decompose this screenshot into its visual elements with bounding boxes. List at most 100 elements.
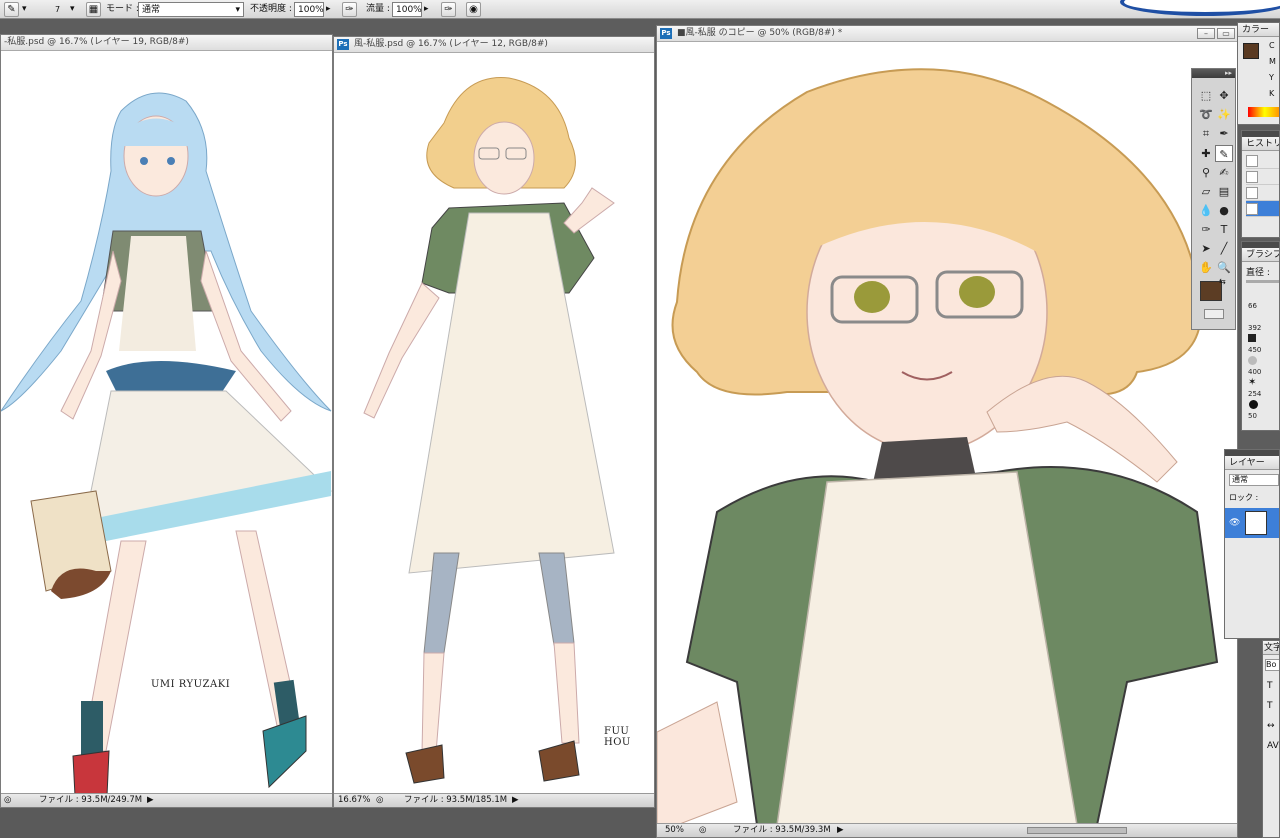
airbrush-opacity-icon[interactable]: ✑ [342,2,357,17]
move-tool-icon[interactable]: ✥ [1215,87,1233,104]
magic-wand-tool-icon[interactable]: ✨ [1215,106,1233,123]
photoshop-icon: Ps [337,39,349,50]
type-tool-icon[interactable]: T [1215,221,1233,238]
brush-size-dropdown-icon[interactable]: ▾ [70,2,75,17]
window-titlebar[interactable]: Ps 風-私服.psd @ 16.7% (レイヤー 12, RGB/8#) [334,37,654,53]
window-titlebar[interactable]: -私服.psd @ 16.7% (レイヤー 19, RGB/8#) [1,35,332,51]
horizontal-scrollbar[interactable] [1027,827,1127,834]
options-bar: ✎ ▾ 7 ▾ ▦ モード : 通常 ▾ 不透明度 : 100% ▸ ✑ 流量 … [0,0,1280,19]
file-info: ファイル : 93.5M/185.1M [404,795,508,805]
brush-preset-icon[interactable]: ✎ [4,2,19,17]
layer-thumbnail [1245,511,1267,535]
brush-size-value[interactable]: 7 [55,2,60,17]
foreground-color-chip[interactable] [1243,43,1259,59]
clone-stamp-tool-icon[interactable]: ⚲ [1197,164,1215,181]
brush-preset[interactable]: ✶ 254 [1242,376,1279,398]
dodge-tool-icon[interactable]: ● [1215,202,1233,219]
flow-input[interactable]: 100% [392,2,422,17]
brush-preset[interactable]: 392 [1242,310,1279,332]
crop-tool-icon[interactable]: ⌗ [1197,125,1215,142]
brush-panel-toggle-icon[interactable]: ▦ [86,2,101,17]
healing-brush-tool-icon[interactable]: ✚ [1197,145,1215,162]
history-item[interactable] [1246,185,1279,201]
pressure-icon[interactable]: ◉ [466,2,481,17]
maximize-button[interactable]: ▭ [1217,28,1235,39]
character-panel: 文字 Bo T T ↔ AV [1262,640,1280,838]
status-bar: ◎ ファイル : 93.5M/249.7M ▶ [1,793,332,807]
blend-mode-select[interactable]: 通常 [1229,474,1279,486]
status-arrow-icon[interactable]: ▶ [512,794,519,807]
photoshop-icon: Ps [660,28,672,39]
kerning-icon: AV [1267,741,1279,751]
status-menu-icon[interactable]: ◎ [376,794,383,807]
file-info: ファイル : 93.5M/39.3M [733,825,831,835]
brush-preset[interactable]: 450 [1242,332,1279,354]
history-panel-tab[interactable]: ヒストリ [1242,137,1279,151]
layers-panel: レイヤー 通常 ロック : 👁 [1224,449,1280,639]
character-panel-tab[interactable]: 文字 [1263,641,1279,655]
layer-row-selected[interactable]: 👁 [1225,508,1279,538]
leading-icon: T [1267,701,1273,711]
diameter-slider[interactable] [1246,280,1279,283]
layers-panel-tab[interactable]: レイヤー [1225,456,1279,470]
zoom-tool-icon[interactable]: 🔍 [1215,259,1233,276]
minimize-button[interactable]: – [1197,28,1215,39]
eraser-tool-icon[interactable]: ▱ [1197,183,1215,200]
status-arrow-icon[interactable]: ▶ [147,794,154,807]
airbrush-icon[interactable]: ✑ [441,2,456,17]
mode-select[interactable]: 通常 ▾ [138,2,244,17]
swap-colors-icon[interactable]: ⇆ [1219,277,1226,286]
lasso-tool-icon[interactable]: ➰ [1197,106,1215,123]
flow-slider-icon[interactable]: ▸ [424,2,429,17]
brushes-panel-tab[interactable]: ブラシプ [1242,248,1279,262]
brush-preset[interactable]: 50 [1242,398,1279,420]
brushes-panel: ブラシプ 直径 : 66 392 450 400 ✶ 254 50 [1241,241,1280,431]
history-brush-tool-icon[interactable]: ✍ [1215,164,1233,181]
status-menu-icon[interactable]: ◎ [4,794,11,807]
brush-tool-icon[interactable]: ✎ [1215,145,1233,162]
blur-tool-icon[interactable]: 💧 [1197,202,1215,219]
quick-mask-button[interactable] [1204,309,1224,319]
shape-tool-icon[interactable]: ╱ [1215,240,1233,257]
document-window-fuu[interactable]: Ps 風-私服.psd @ 16.7% (レイヤー 12, RGB/8#) FU… [333,36,655,808]
visibility-eye-icon[interactable]: 👁 [1229,518,1240,528]
flow-label: 流量 : [366,4,390,14]
tools-panel: ▸▸ ⬚ ✥ ➰ ✨ ⌗ ✒ ✚ ✎ ⚲ ✍ ▱ ▤ 💧 ● ✑ T ➤ ╱ ✋… [1191,68,1236,330]
eyedropper-tool-icon[interactable]: ✒ [1215,125,1233,142]
brush-preset[interactable]: 66 [1242,288,1279,310]
hand-tool-icon[interactable]: ✋ [1197,259,1215,276]
status-arrow-icon[interactable]: ▶ [837,824,844,837]
channel-label-k: K [1269,89,1275,98]
chevron-down-icon: ▾ [235,5,240,15]
path-selection-tool-icon[interactable]: ➤ [1197,240,1215,257]
history-item-active[interactable] [1246,201,1279,217]
pen-tool-icon[interactable]: ✑ [1197,221,1215,238]
panel-collapse-icon[interactable]: ▸▸ [1192,69,1235,78]
font-family-select[interactable]: Bo [1265,659,1279,671]
brush-preset[interactable]: 400 [1242,354,1279,376]
opacity-input[interactable]: 100% [294,2,324,17]
diameter-label: 直径 : [1246,268,1270,278]
zoom-level[interactable]: 50% [665,824,684,837]
window-titlebar[interactable]: Ps ■風-私服 のコピー @ 50% (RGB/8#) * – ▭ [657,26,1237,42]
color-panel-tab[interactable]: カラー [1238,23,1279,37]
history-item[interactable] [1246,169,1279,185]
canvas[interactable] [657,42,1237,823]
canvas[interactable]: UMI RYUZAKI [1,51,332,793]
gradient-tool-icon[interactable]: ▤ [1215,183,1233,200]
canvas[interactable]: FUU HOU [334,53,654,793]
status-menu-icon[interactable]: ◎ [699,824,706,837]
window-title: ■風-私服 のコピー @ 50% (RGB/8#) * [677,28,843,38]
character-caption: FUU HOU [604,726,631,748]
color-panel: カラー C M Y K [1237,22,1280,125]
zoom-level[interactable]: 16.67% [338,794,370,807]
color-ramp[interactable] [1248,107,1279,117]
history-item[interactable] [1246,153,1279,169]
opacity-slider-icon[interactable]: ▸ [326,2,331,17]
brush-preset-dropdown-icon[interactable]: ▾ [22,2,27,17]
document-window-umi[interactable]: -私服.psd @ 16.7% (レイヤー 19, RGB/8#) UMI RY… [0,34,333,808]
font-size-icon: T [1267,681,1273,691]
document-window-copy[interactable]: Ps ■風-私服 のコピー @ 50% (RGB/8#) * – ▭ 50% ◎… [656,25,1238,838]
marquee-tool-icon[interactable]: ⬚ [1197,87,1215,104]
workspace-background [0,808,656,838]
